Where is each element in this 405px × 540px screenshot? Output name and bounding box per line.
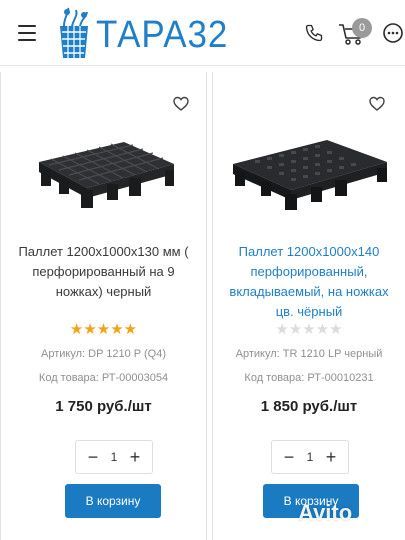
quantity-value[interactable]: 1	[307, 450, 314, 464]
logo[interactable]: ТАРА32	[54, 6, 240, 64]
plus-icon[interactable]: +	[128, 448, 142, 466]
quantity-stepper[interactable]: − 1 +	[75, 440, 153, 474]
minus-icon[interactable]: −	[86, 448, 100, 466]
product-card[interactable]: Паллет 1200х1000х140 перфорированный, вк…	[212, 72, 405, 540]
more-icon[interactable]	[382, 22, 404, 44]
product-image[interactable]	[227, 132, 392, 214]
add-to-cart-button[interactable]: В корзину	[65, 484, 161, 518]
avito-watermark: Avito	[298, 500, 353, 525]
logo-basket-icon	[60, 7, 88, 58]
product-article: Артикул: TR 1210 LP черный	[235, 348, 383, 360]
quantity-stepper[interactable]: − 1 +	[271, 440, 349, 474]
rating-stars: ★★★★★	[275, 321, 343, 338]
heart-icon[interactable]	[173, 96, 189, 112]
product-code: Код товара: РТ-00003054	[38, 372, 169, 384]
phone-icon[interactable]	[304, 22, 324, 44]
header: ТАРА32 0	[0, 0, 405, 66]
quantity-value[interactable]: 1	[111, 450, 118, 464]
product-price: 1 750 руб./шт	[55, 398, 152, 415]
menu-icon[interactable]	[18, 25, 36, 41]
logo-text: ТАРА32	[96, 14, 229, 56]
heart-icon[interactable]	[369, 96, 385, 112]
rating-stars: ★★★★★	[69, 321, 138, 338]
product-article: Артикул: DP 1210 P (Q4)	[41, 348, 166, 360]
cart-count-badge: 0	[352, 18, 372, 38]
product-title[interactable]: Паллет 1200х1000х140 перфорированный, вк…	[223, 242, 395, 322]
minus-icon[interactable]: −	[282, 448, 296, 466]
product-card[interactable]: Паллет 1200х1000х130 мм ( перфорированны…	[0, 72, 207, 540]
product-image[interactable]	[29, 132, 179, 212]
product-price: 1 850 руб./шт	[260, 398, 358, 415]
plus-icon[interactable]: +	[324, 448, 338, 466]
product-title[interactable]: Паллет 1200х1000х130 мм ( перфорированны…	[11, 242, 196, 302]
product-code: Код товара: РТ-00010231	[244, 372, 374, 384]
